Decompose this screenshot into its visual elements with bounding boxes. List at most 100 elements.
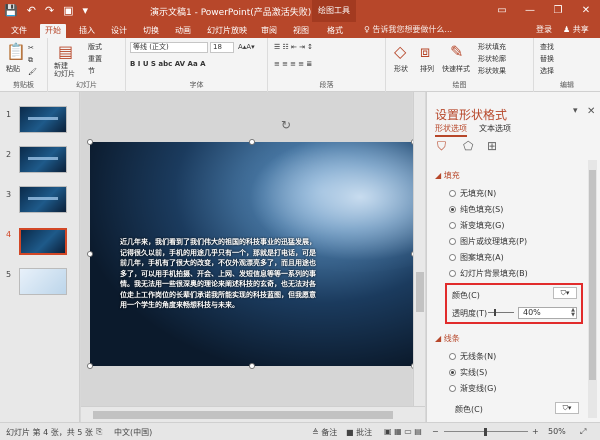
radio-slide-background-fill[interactable]: 幻灯片背景填充(B) [449,268,528,279]
slide-thumbnail-5[interactable] [19,268,67,295]
tab-animations[interactable]: 动画 [170,24,196,38]
radio-solid-fill[interactable]: 纯色填充(S) [449,204,503,215]
radio-picture-fill[interactable]: 图片或纹理填充(P) [449,236,527,247]
scroll-thumb[interactable] [416,272,424,312]
save-icon[interactable]: 💾 [4,4,18,17]
radio-solid-line[interactable]: 实线(S) [449,367,487,378]
radio-gradient-line[interactable]: 渐变线(G) [449,383,496,394]
cut-icon[interactable]: ✂ [28,44,34,52]
format-painter-icon[interactable]: 🖌 [28,68,37,76]
shapes-icon[interactable]: ◇ [394,42,406,61]
shape-fill-button[interactable]: 形状填充 [478,42,506,52]
share-button[interactable]: ♟ 共享 [563,24,589,35]
paste-icon[interactable]: 📋 [6,42,26,61]
align-buttons[interactable]: ≡ ≡ ≡ ≡ ≣ [274,60,312,68]
notes-button[interactable]: ≜ 备注 [312,427,337,438]
view-buttons[interactable]: ▣ ▦ ▭ ▤ [384,427,422,436]
radio-gradient-fill[interactable]: 渐变填充(G) [449,220,504,231]
quick-styles-icon[interactable]: ✎ [450,42,463,61]
fill-line-icon[interactable]: ⛉ [437,139,446,154]
pane-scrollbar[interactable] [588,160,597,418]
resize-handle[interactable] [87,363,93,369]
start-slideshow-icon[interactable]: ▣ [63,4,73,17]
section-line[interactable]: ◢ 线条 [435,333,460,344]
minimize-button[interactable]: — [516,0,544,22]
close-button[interactable]: ✕ [572,0,600,22]
restore-button[interactable]: ❐ [544,0,572,22]
replace-button[interactable]: 替换 [540,54,554,64]
effects-icon[interactable]: ⬠ [463,139,473,153]
resize-handle[interactable] [249,139,255,145]
tab-text-options[interactable]: 文本选项 [479,123,511,134]
reset-button[interactable]: 重置 [88,54,102,64]
tab-file[interactable]: 文件 [6,24,32,38]
slide-thumbnail-4[interactable] [19,228,67,255]
customize-qat-icon[interactable]: ▾ [83,4,89,17]
quick-styles-button[interactable]: 快速样式 [442,64,470,74]
shape-effects-button[interactable]: 形状效果 [478,66,506,76]
zoom-in-icon[interactable]: + [532,427,539,436]
language-indicator[interactable]: 中文(中国) [114,427,152,438]
fit-slide-icon[interactable]: ⤢ [580,427,586,437]
slide-thumbnail-1[interactable] [19,106,67,133]
pane-title: 设置形状格式 [435,108,508,122]
zoom-out-icon[interactable]: − [432,427,439,436]
tab-transitions[interactable]: 切换 [138,24,164,38]
select-button[interactable]: 选择 [540,66,554,76]
arrange-icon[interactable]: ⧈ [420,42,430,62]
new-slide-icon[interactable]: ▤ [58,42,73,61]
scroll-thumb[interactable] [589,170,596,380]
zoom-slider-knob[interactable] [484,428,487,436]
tab-insert[interactable]: 插入 [74,24,100,38]
pane-options-icon[interactable]: ▾ [573,106,578,116]
slide-body-text[interactable]: 近几年来，我们看到了我们伟大的祖国的科技事业的迅猛发展，记得很久以前，手机的用途… [120,237,320,311]
font-name-select[interactable]: 等线 (正文) [130,42,208,53]
tab-format[interactable]: 格式 [322,24,348,38]
close-icon[interactable]: ✕ [587,106,595,117]
slide-canvas[interactable]: 近几年来，我们看到了我们伟大的祖国的科技事业的迅猛发展，记得很久以前，手机的用途… [90,142,414,366]
group-font: 等线 (正文) 18 A▴A▾ B I U S abc AV Aa A 字体 [126,38,268,92]
radio-no-fill[interactable]: 无填充(N) [449,188,496,199]
horizontal-scrollbar[interactable] [81,406,425,422]
zoom-level[interactable]: 50% [548,427,566,436]
tell-me-search[interactable]: ♀ 告诉我您想要做什么... [364,24,452,35]
font-format-buttons[interactable]: B I U S abc AV Aa A [130,60,206,68]
spellcheck-icon[interactable]: ⎘ [96,427,102,437]
section-fill[interactable]: ◢ 填充 [435,170,460,181]
slide-thumbnail-3[interactable] [19,186,67,213]
find-button[interactable]: 查找 [540,42,554,52]
ribbon-display-options-icon[interactable]: ▭ [488,0,516,22]
scroll-thumb[interactable] [93,411,393,419]
size-properties-icon[interactable]: ⊞ [487,139,497,153]
tab-design[interactable]: 设计 [106,24,132,38]
tab-view[interactable]: 视图 [288,24,314,38]
shape-outline-button[interactable]: 形状轮廓 [478,54,506,64]
resize-handle[interactable] [249,363,255,369]
tab-home[interactable]: 开始 [40,24,66,38]
slide-thumbnail-2[interactable] [19,146,67,173]
redo-icon[interactable]: ↷ [45,4,54,17]
vertical-scrollbar[interactable] [413,92,425,406]
font-size-select[interactable]: 18 [210,42,234,53]
arrange-button[interactable]: 排列 [420,64,434,74]
resize-handle[interactable] [87,251,93,257]
tab-shape-options[interactable]: 形状选项 [435,123,467,137]
layout-button[interactable]: 版式 [88,42,102,52]
rotate-handle-icon[interactable]: ↻ [281,118,291,132]
login-link[interactable]: 登录 [536,24,552,35]
copy-icon[interactable]: ⧉ [28,56,33,65]
paste-button[interactable]: 粘贴 [6,64,20,74]
line-color-button[interactable]: ⛉▾ [555,402,579,414]
comments-button[interactable]: ■ 批注 [346,427,372,438]
resize-handle[interactable] [87,139,93,145]
list-buttons[interactable]: ☰ ☷ ⇤ ⇥ ↕ [274,43,313,51]
tab-slideshow[interactable]: 幻灯片放映 [202,24,252,38]
grow-font-icon[interactable]: A▴A▾ [238,43,255,51]
shapes-button[interactable]: 形状 [394,64,408,74]
radio-pattern-fill[interactable]: 图案填充(A) [449,252,504,263]
undo-icon[interactable]: ↶ [27,4,36,17]
new-slide-button[interactable]: 新建 幻灯片 [54,62,75,78]
radio-no-line[interactable]: 无线条(N) [449,351,496,362]
section-button[interactable]: 节 [88,66,95,76]
tab-review[interactable]: 审阅 [256,24,282,38]
